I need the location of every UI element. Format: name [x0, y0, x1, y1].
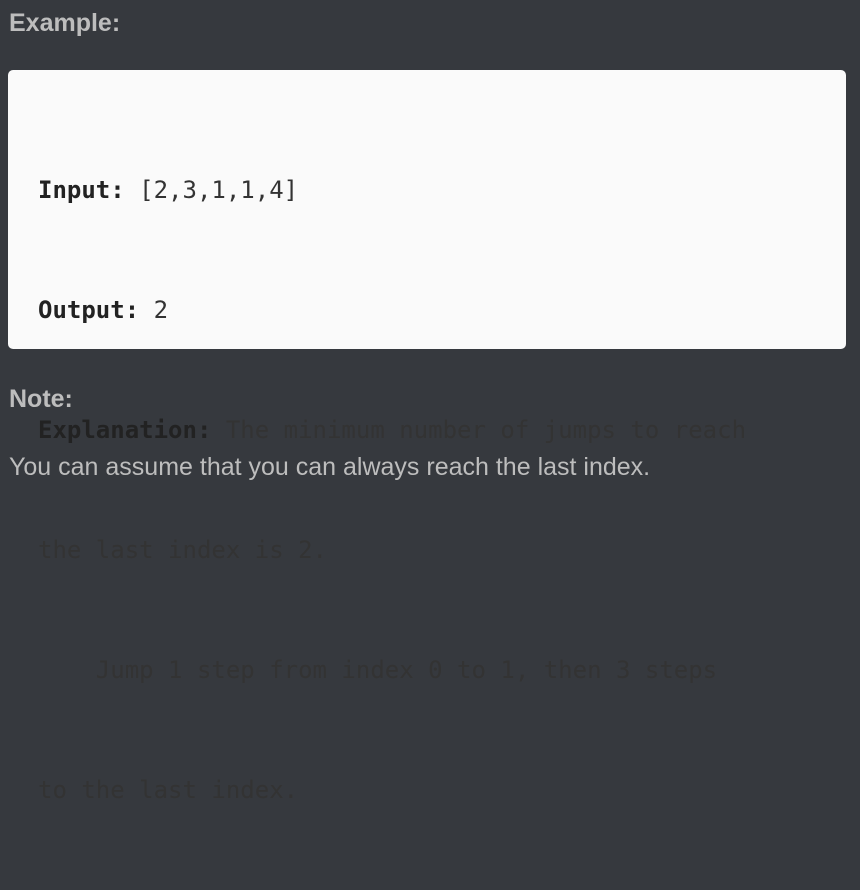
output-line: Output: 2: [38, 290, 826, 330]
explanation-line-2: the last index is 2.: [38, 536, 327, 564]
explanation-line: Explanation: The minimum number of jumps…: [38, 410, 826, 450]
note-text: You can assume that you can always reach…: [9, 453, 651, 481]
example-code-block: Input: [2,3,1,1,4] Output: 2 Explanation…: [8, 70, 846, 804]
input-value: [2,3,1,1,4]: [124, 176, 299, 204]
example-code-content: Input: [2,3,1,1,4] Output: 2 Explanation…: [38, 90, 826, 890]
explanation-line-3: Jump 1 step from index 0 to 1, then 3 st…: [38, 656, 718, 684]
explanation-text: The minimum number of jumps to reach: [211, 416, 747, 444]
example-heading: Example:: [9, 9, 121, 37]
output-label: Output:: [38, 296, 140, 324]
note-heading: Note:: [9, 385, 73, 413]
explanation-line-4: to the last index.: [38, 776, 299, 804]
output-value: 2: [139, 296, 169, 324]
input-line: Input: [2,3,1,1,4]: [38, 170, 826, 210]
input-label: Input:: [38, 176, 125, 204]
explanation-label: Explanation:: [38, 416, 212, 444]
